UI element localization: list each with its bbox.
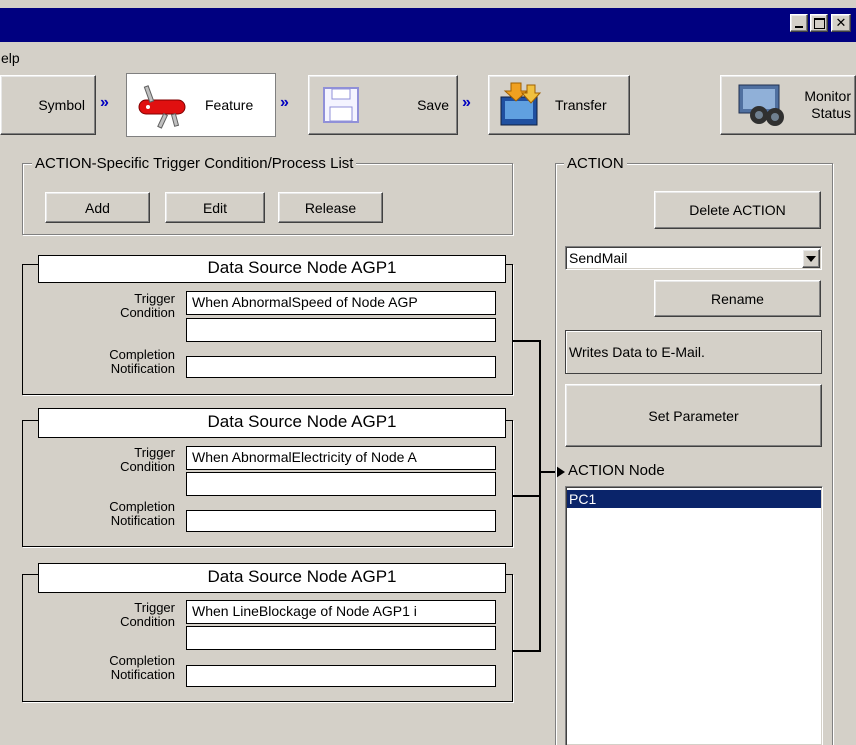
panel-title: Data Source Node AGP1 [207, 567, 397, 586]
minimize-button[interactable] [790, 14, 808, 32]
monitor-label-line1: Monitor [804, 88, 851, 104]
trigger-condition-field-2[interactable] [186, 626, 496, 650]
trigger-condition-label: Trigger Condition [48, 292, 175, 320]
action-select[interactable]: SendMail [565, 246, 822, 270]
completion-notification-label: Completion Notification [48, 654, 175, 682]
close-icon: ✕ [835, 15, 847, 30]
maximize-icon [813, 17, 825, 29]
list-item-label: PC1 [569, 491, 597, 507]
monitor-label-line2: Status [811, 105, 851, 121]
completion-label-line1: Completion [109, 499, 175, 514]
action-select-value: SendMail [569, 250, 628, 266]
monitor-status-button[interactable]: Monitor Status [720, 75, 856, 135]
step-transfer-button[interactable]: Transfer [488, 75, 630, 135]
connector-line [513, 495, 541, 497]
completion-notification-label: Completion Notification [48, 500, 175, 528]
action-node-label: ACTION Node [568, 462, 665, 479]
maximize-button[interactable] [810, 14, 828, 32]
step-feature-button[interactable]: Feature [126, 73, 276, 137]
completion-label-line1: Completion [109, 347, 175, 362]
list-item[interactable]: PC1 [567, 490, 821, 508]
completion-notification-field[interactable] [186, 510, 496, 532]
action-node-list[interactable]: PC1 [565, 486, 823, 745]
trigger-condition-label: Trigger Condition [48, 601, 175, 629]
trigger-condition-field[interactable]: When LineBlockage of Node AGP1 i [186, 600, 496, 624]
step-save-label: Save [417, 97, 449, 113]
completion-label-line2: Notification [110, 667, 175, 682]
delete-action-button[interactable]: Delete ACTION [654, 191, 821, 229]
trigger-label-line1: Trigger [134, 445, 175, 460]
chevron-down-icon [806, 255, 816, 262]
trigger-label-line1: Trigger [134, 291, 175, 306]
step-save-button[interactable]: Save [308, 75, 458, 135]
title-bar [0, 8, 856, 42]
binoculars-icon [738, 84, 784, 126]
trigger-condition-field[interactable]: When AbnormalSpeed of Node AGP [186, 291, 496, 315]
trigger-condition-field-2[interactable] [186, 472, 496, 496]
trigger-label-line2: Condition [120, 614, 175, 629]
chevron-right-icon: » [280, 94, 289, 111]
action-description: Writes Data to E-Mail. [565, 330, 822, 374]
close-button[interactable]: ✕ [831, 14, 851, 32]
completion-notification-label: Completion Notification [48, 348, 175, 376]
completion-label-line1: Completion [109, 653, 175, 668]
step-symbol-button[interactable]: Symbol [0, 75, 96, 135]
completion-label-line2: Notification [110, 361, 175, 376]
action-group-title: ACTION [564, 155, 627, 172]
trigger-label-line2: Condition [120, 305, 175, 320]
trigger-condition-field[interactable]: When AbnormalElectricity of Node A [186, 446, 496, 470]
trigger-list-title: ACTION-Specific Trigger Condition/Proces… [32, 155, 357, 172]
chevron-right-icon: » [100, 94, 109, 111]
dropdown-arrow-button[interactable] [802, 249, 820, 268]
trigger-label-line1: Trigger [134, 600, 175, 615]
menu-help[interactable]: elp [1, 50, 20, 66]
release-button[interactable]: Release [278, 192, 383, 223]
step-symbol-label: Symbol [38, 97, 85, 113]
panel-title: Data Source Node AGP1 [207, 412, 397, 431]
edit-button[interactable]: Edit [165, 192, 265, 223]
action-description-text: Writes Data to E-Mail. [569, 344, 705, 360]
trigger-condition-field-2[interactable] [186, 318, 496, 342]
swiss-knife-icon [138, 85, 186, 129]
minimize-icon [795, 26, 803, 28]
transfer-icon [500, 82, 542, 126]
completion-label-line2: Notification [110, 513, 175, 528]
connector-line [539, 340, 541, 652]
set-parameter-button[interactable]: Set Parameter [565, 384, 822, 447]
add-button[interactable]: Add [45, 192, 150, 223]
panel-title: Data Source Node AGP1 [207, 258, 397, 277]
floppy-disk-icon [323, 87, 359, 123]
monitor-status-label: Monitor Status [804, 88, 851, 122]
connector-line [513, 340, 541, 342]
connector-line [513, 650, 541, 652]
trigger-label-line2: Condition [120, 459, 175, 474]
chevron-right-icon: » [462, 94, 471, 111]
rename-button[interactable]: Rename [654, 280, 821, 317]
trigger-condition-label: Trigger Condition [48, 446, 175, 474]
completion-notification-field[interactable] [186, 665, 496, 687]
step-transfer-label: Transfer [555, 97, 607, 113]
step-feature-label: Feature [205, 97, 254, 113]
completion-notification-field[interactable] [186, 356, 496, 378]
